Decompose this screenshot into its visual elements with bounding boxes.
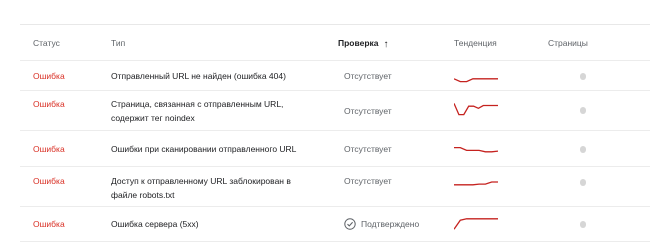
type-label-line-1: Страница, связанная с отправленным URL,	[111, 99, 284, 109]
trend-line	[454, 103, 498, 116]
table-header: Статус Тип Проверка ↑ Тенденция Страницы	[0, 30, 664, 60]
trend-sparkline	[454, 181, 498, 186]
status-label: Ошибка	[33, 99, 65, 109]
type-label-line-2: содержит тег noindex	[111, 113, 195, 123]
trend-sparkline	[454, 218, 498, 230]
trend-line	[454, 78, 498, 83]
table-row[interactable]: Ошибка Доступ к отправленному URL заблок…	[20, 166, 650, 207]
column-header-pages[interactable]: Страницы	[548, 38, 588, 48]
check-label: Отсутствует	[344, 106, 392, 116]
pages-count-placeholder	[580, 73, 586, 80]
type-label-line-2: файле robots.txt	[111, 190, 175, 200]
column-header-check-label: Проверка	[338, 38, 379, 48]
status-label: Ошибка	[33, 176, 65, 186]
check-circle-icon	[344, 218, 356, 230]
column-header-status[interactable]: Статус	[33, 38, 60, 48]
table-row[interactable]: Ошибка Ошибка сервера (5xx) Подтверждено	[20, 206, 650, 242]
status-label: Ошибка	[33, 144, 65, 154]
status-label: Ошибка	[33, 71, 65, 81]
trend-line	[454, 146, 498, 153]
pages-count-placeholder	[580, 179, 586, 186]
check-label: Отсутствует	[344, 71, 392, 81]
trend-line	[454, 181, 498, 186]
pages-count-placeholder	[580, 221, 586, 228]
table-row[interactable]: Ошибка Ошибки при сканировании отправлен…	[20, 130, 650, 167]
type-label: Ошибка сервера (5xx)	[111, 219, 199, 229]
trend-sparkline	[454, 146, 498, 153]
table-row[interactable]: Ошибка Страница, связанная с отправленны…	[20, 90, 650, 131]
check-label: Отсутствует	[344, 144, 392, 154]
arrow-upward-icon[interactable]: ↑	[384, 39, 389, 50]
trend-sparkline	[454, 103, 498, 116]
type-label: Отправленный URL не найден (ошибка 404)	[111, 71, 286, 81]
pages-count-placeholder	[580, 146, 586, 153]
check-label: Подтверждено	[361, 219, 420, 229]
table-row[interactable]: Ошибка Отправленный URL не найден (ошибк…	[20, 60, 650, 91]
type-label: Ошибки при сканировании отправленного UR…	[111, 144, 297, 154]
column-header-check[interactable]: Проверка ↑	[338, 38, 389, 50]
trend-line	[454, 218, 498, 230]
check-status: Подтверждено	[344, 217, 419, 231]
column-header-trend[interactable]: Тенденция	[454, 38, 497, 48]
top-divider	[20, 24, 650, 25]
status-label: Ошибка	[33, 219, 65, 229]
trend-sparkline	[454, 78, 498, 83]
type-label-line-1: Доступ к отправленному URL заблокирован …	[111, 176, 291, 186]
check-label: Отсутствует	[344, 176, 392, 186]
coverage-table: Статус Тип Проверка ↑ Тенденция Страницы …	[0, 0, 664, 251]
pages-count-placeholder	[580, 107, 586, 114]
column-header-type[interactable]: Тип	[111, 38, 125, 48]
